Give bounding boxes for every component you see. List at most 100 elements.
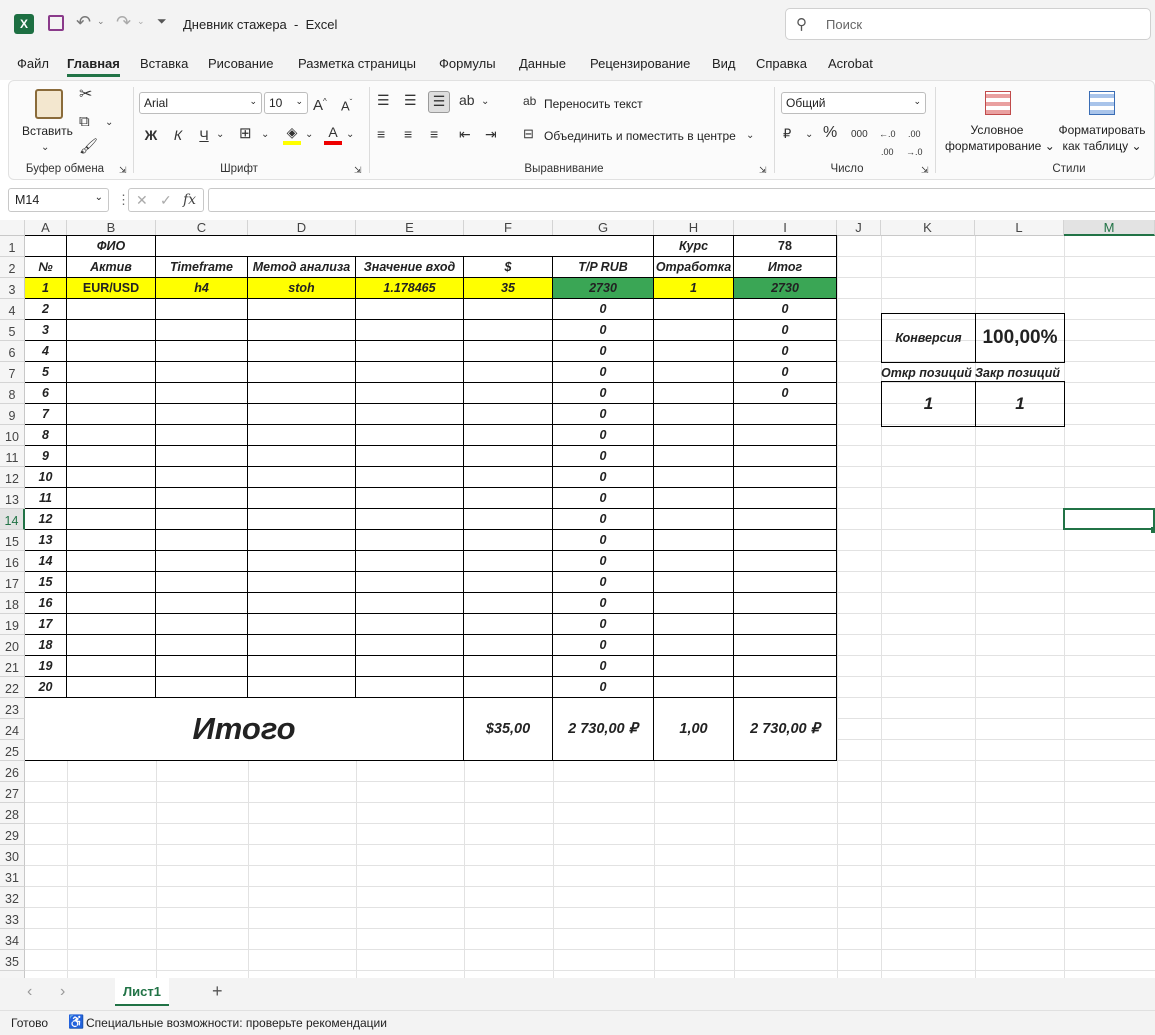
row-header-4[interactable]: 4 bbox=[0, 299, 25, 320]
empty-cell[interactable] bbox=[464, 341, 553, 362]
empty-cell[interactable] bbox=[248, 509, 356, 530]
empty-cell[interactable] bbox=[654, 551, 734, 572]
cell-fio-value[interactable] bbox=[156, 236, 654, 257]
merge-center-icon[interactable]: ⊟ bbox=[523, 125, 534, 143]
row-header-22[interactable]: 22 bbox=[0, 677, 25, 698]
empty-cell[interactable] bbox=[67, 320, 156, 341]
row-header-5[interactable]: 5 bbox=[0, 320, 25, 341]
closed-positions-label[interactable]: Закр позиций bbox=[975, 362, 1065, 383]
empty-cell[interactable] bbox=[356, 404, 464, 425]
merge-dropdown-icon[interactable]: ⌄ bbox=[746, 127, 754, 145]
tab-home[interactable]: Главная bbox=[67, 56, 120, 77]
font-color-dropdown-icon[interactable]: ⌄ bbox=[346, 126, 354, 144]
thousands-separator-icon[interactable]: 000 bbox=[851, 126, 868, 144]
empty-cell[interactable] bbox=[67, 467, 156, 488]
spreadsheet-grid[interactable]: A B C D E F G H I J K L M 1 2 3 4 5 6 7 8 9 10 11 12 13 14 15 16 17 18… bbox=[0, 220, 1155, 980]
row-header-24[interactable]: 24 bbox=[0, 719, 25, 740]
tp-rub-cell[interactable]: 0 bbox=[553, 446, 654, 467]
empty-cell[interactable] bbox=[464, 656, 553, 677]
empty-cell[interactable] bbox=[356, 509, 464, 530]
empty-cell[interactable] bbox=[67, 530, 156, 551]
underline-dropdown-icon[interactable]: ⌄ bbox=[216, 126, 224, 144]
empty-cell[interactable] bbox=[67, 299, 156, 320]
header-cell[interactable]: T/P RUB bbox=[553, 257, 654, 278]
conditional-format-icon[interactable] bbox=[985, 91, 1011, 115]
row-header-35[interactable]: 35 bbox=[0, 950, 25, 971]
tab-draw[interactable]: Рисование bbox=[208, 56, 273, 71]
empty-cell[interactable] bbox=[654, 425, 734, 446]
tp-rub-cell[interactable]: 0 bbox=[553, 488, 654, 509]
empty-cell[interactable] bbox=[156, 572, 248, 593]
result-cell[interactable] bbox=[734, 446, 837, 467]
row-header-1[interactable]: 1 bbox=[0, 236, 25, 257]
tp-rub-cell[interactable]: 0 bbox=[553, 425, 654, 446]
fill-dropdown-icon[interactable]: ⌄ bbox=[305, 126, 313, 144]
cell-A1[interactable] bbox=[25, 236, 67, 257]
data-cell-r3[interactable]: 1 bbox=[25, 278, 67, 299]
decrease-decimal-icon[interactable]: .00 →.0 bbox=[906, 125, 923, 161]
merge-center-button[interactable]: Объединить и поместить в центре bbox=[544, 129, 736, 143]
increase-indent-icon[interactable]: ⇥ bbox=[485, 125, 497, 143]
tab-review[interactable]: Рецензирование bbox=[590, 56, 690, 71]
column-header-J[interactable]: J bbox=[837, 220, 881, 236]
paste-dropdown-icon[interactable]: ⌄ bbox=[41, 139, 49, 157]
column-header-E[interactable]: E bbox=[356, 220, 464, 236]
tp-rub-cell[interactable]: 0 bbox=[553, 530, 654, 551]
accessibility-status[interactable]: Специальные возможности: проверьте реком… bbox=[86, 1016, 387, 1030]
empty-cell[interactable] bbox=[464, 299, 553, 320]
row-number-cell[interactable]: 2 bbox=[25, 299, 67, 320]
empty-cell[interactable] bbox=[654, 383, 734, 404]
copy-dropdown-icon[interactable]: ⌄ bbox=[105, 114, 113, 132]
save-icon[interactable] bbox=[48, 15, 64, 31]
header-cell[interactable]: Итог bbox=[734, 257, 837, 278]
format-as-table-icon[interactable] bbox=[1089, 91, 1115, 115]
result-cell[interactable]: 0 bbox=[734, 299, 837, 320]
row-number-cell[interactable]: 12 bbox=[25, 509, 67, 530]
empty-cell[interactable] bbox=[248, 656, 356, 677]
data-cell-r3[interactable]: 1 bbox=[654, 278, 734, 299]
empty-cell[interactable] bbox=[654, 572, 734, 593]
result-cell[interactable]: 0 bbox=[734, 362, 837, 383]
empty-cell[interactable] bbox=[67, 488, 156, 509]
alignment-launcher-icon[interactable]: ⇲ bbox=[759, 161, 767, 179]
number-format-select[interactable]: Общий ⌄ bbox=[781, 92, 926, 114]
empty-cell[interactable] bbox=[464, 425, 553, 446]
row-header-7[interactable]: 7 bbox=[0, 362, 25, 383]
empty-cell[interactable] bbox=[248, 299, 356, 320]
result-cell[interactable] bbox=[734, 509, 837, 530]
row-number-cell[interactable]: 18 bbox=[25, 635, 67, 656]
enter-icon[interactable]: ✓ bbox=[160, 192, 172, 209]
cell-fio-label[interactable]: ФИО bbox=[67, 236, 156, 257]
clipboard-launcher-icon[interactable]: ⇲ bbox=[119, 161, 127, 179]
result-cell[interactable] bbox=[734, 656, 837, 677]
accounting-format-icon[interactable]: ₽ bbox=[783, 125, 791, 143]
column-header-B[interactable]: B bbox=[67, 220, 156, 236]
row-header-14[interactable]: 14 bbox=[0, 509, 25, 530]
wrap-text-icon[interactable]: ab bbox=[523, 92, 536, 110]
font-name-select[interactable]: Arial ⌄ bbox=[139, 92, 262, 114]
data-cell-r3[interactable]: 2730 bbox=[734, 278, 837, 299]
row-header-16[interactable]: 16 bbox=[0, 551, 25, 572]
column-header-F[interactable]: F bbox=[464, 220, 553, 236]
column-header-D[interactable]: D bbox=[248, 220, 356, 236]
empty-cell[interactable] bbox=[156, 635, 248, 656]
empty-cell[interactable] bbox=[356, 572, 464, 593]
empty-cell[interactable] bbox=[67, 614, 156, 635]
format-as-table-button[interactable]: Форматировать как таблицу ⌄ bbox=[1054, 122, 1150, 154]
column-header-M[interactable]: M bbox=[1064, 220, 1155, 236]
empty-cell[interactable] bbox=[67, 593, 156, 614]
empty-cell[interactable] bbox=[248, 572, 356, 593]
row-header-10[interactable]: 10 bbox=[0, 425, 25, 446]
header-cell[interactable]: Актив bbox=[67, 257, 156, 278]
tab-data[interactable]: Данные bbox=[519, 56, 566, 71]
empty-cell[interactable] bbox=[654, 530, 734, 551]
data-cell-r3[interactable]: h4 bbox=[156, 278, 248, 299]
row-number-cell[interactable]: 17 bbox=[25, 614, 67, 635]
empty-cell[interactable] bbox=[156, 530, 248, 551]
tp-rub-cell[interactable]: 0 bbox=[553, 467, 654, 488]
tab-page-layout[interactable]: Разметка страницы bbox=[298, 56, 416, 71]
empty-cell[interactable] bbox=[248, 320, 356, 341]
column-header-L[interactable]: L bbox=[975, 220, 1064, 236]
empty-cell[interactable] bbox=[464, 404, 553, 425]
empty-cell[interactable] bbox=[356, 656, 464, 677]
